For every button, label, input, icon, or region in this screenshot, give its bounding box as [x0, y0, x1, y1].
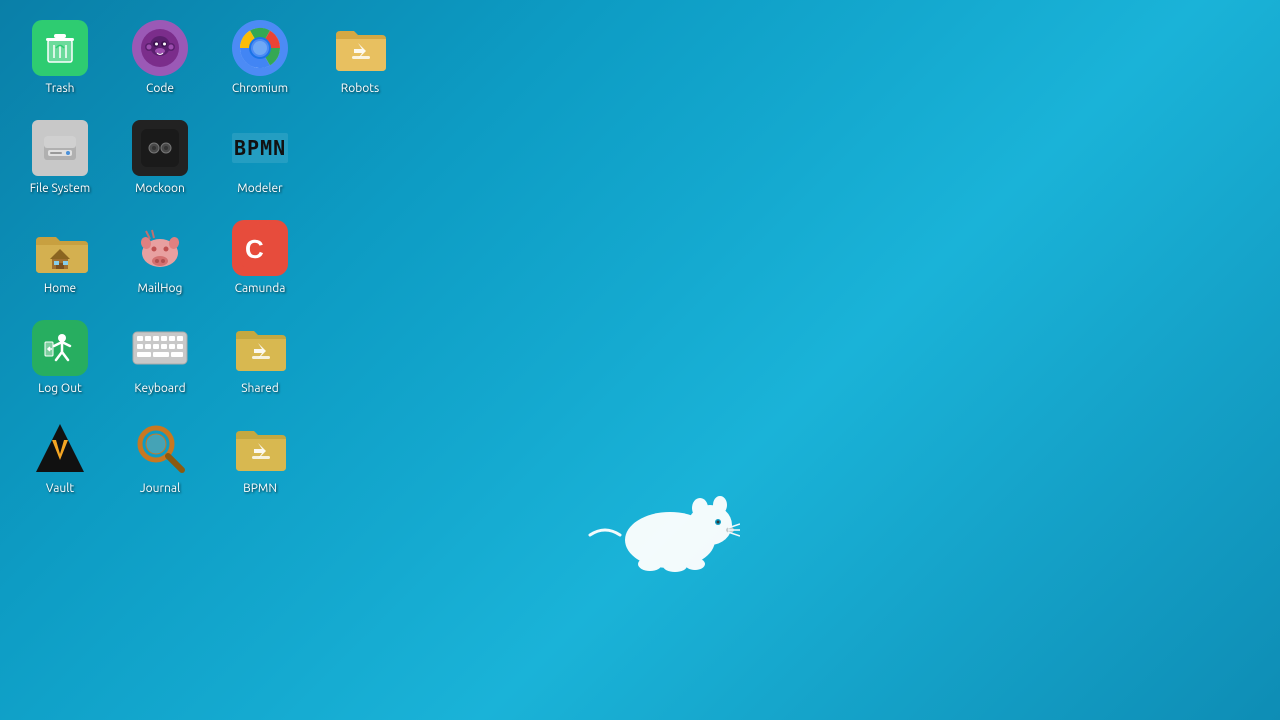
chromium-icon	[232, 20, 288, 76]
filesystem-label: File System	[30, 182, 91, 196]
code-icon	[132, 20, 188, 76]
trash-icon-item[interactable]: Trash	[10, 10, 110, 110]
robots-folder-icon	[332, 20, 388, 76]
keyboard-icon-item[interactable]: Keyboard	[110, 310, 210, 410]
shared-label: Shared	[241, 382, 279, 396]
chromium-label: Chromium	[232, 82, 288, 96]
robots-label: Robots	[341, 82, 379, 96]
vault-icon-item[interactable]: Vault	[10, 410, 110, 510]
modeler-label: Modeler	[237, 182, 282, 196]
filesystem-icon	[32, 120, 88, 176]
shared-folder-icon	[232, 320, 288, 376]
bpmn-icon-item[interactable]: BPMN	[210, 410, 310, 510]
svg-text:C: C	[245, 234, 264, 264]
vault-label: Vault	[46, 482, 74, 496]
mockoon-label: Mockoon	[135, 182, 185, 196]
mailhog-icon-item[interactable]: MailHog	[110, 210, 210, 310]
code-label: Code	[146, 82, 174, 96]
logout-icon	[32, 320, 88, 376]
logout-label: Log Out	[38, 382, 82, 396]
journal-icon-item[interactable]: Journal	[110, 410, 210, 510]
camunda-icon-item[interactable]: C Camunda	[210, 210, 310, 310]
keyboard-icon	[132, 320, 188, 376]
mailhog-icon	[132, 220, 188, 276]
home-icon-item[interactable]: Home	[10, 210, 110, 310]
filesystem-icon-item[interactable]: File System	[10, 110, 110, 210]
modeler-icon-item[interactable]: BPMN.io Modeler	[210, 110, 310, 210]
trash-label: Trash	[45, 82, 74, 96]
mockoon-icon	[132, 120, 188, 176]
vault-icon	[32, 420, 88, 476]
home-icon	[32, 220, 88, 276]
home-label: Home	[44, 282, 76, 296]
camunda-label: Camunda	[235, 282, 286, 296]
mouse-mascot	[580, 480, 740, 580]
shared-icon-item[interactable]: Shared	[210, 310, 310, 410]
keyboard-label: Keyboard	[134, 382, 185, 396]
icon-grid: Trash	[0, 0, 420, 520]
svg-text:BPMN.io: BPMN.io	[234, 136, 288, 160]
code-icon-item[interactable]: Code	[110, 10, 210, 110]
mockoon-icon-item[interactable]: Mockoon	[110, 110, 210, 210]
mailhog-label: MailHog	[138, 282, 183, 296]
camunda-icon: C	[232, 220, 288, 276]
chromium-icon-item[interactable]: Chromium	[210, 10, 310, 110]
robots-icon-item[interactable]: Robots	[310, 10, 410, 110]
bpmn-label: BPMN	[243, 482, 277, 496]
modeler-icon: BPMN.io	[232, 120, 288, 176]
bpmn-folder-icon	[232, 420, 288, 476]
journal-label: Journal	[140, 482, 181, 496]
logout-icon-item[interactable]: Log Out	[10, 310, 110, 410]
journal-icon	[132, 420, 188, 476]
desktop: Trash	[0, 0, 1280, 720]
trash-icon	[32, 20, 88, 76]
